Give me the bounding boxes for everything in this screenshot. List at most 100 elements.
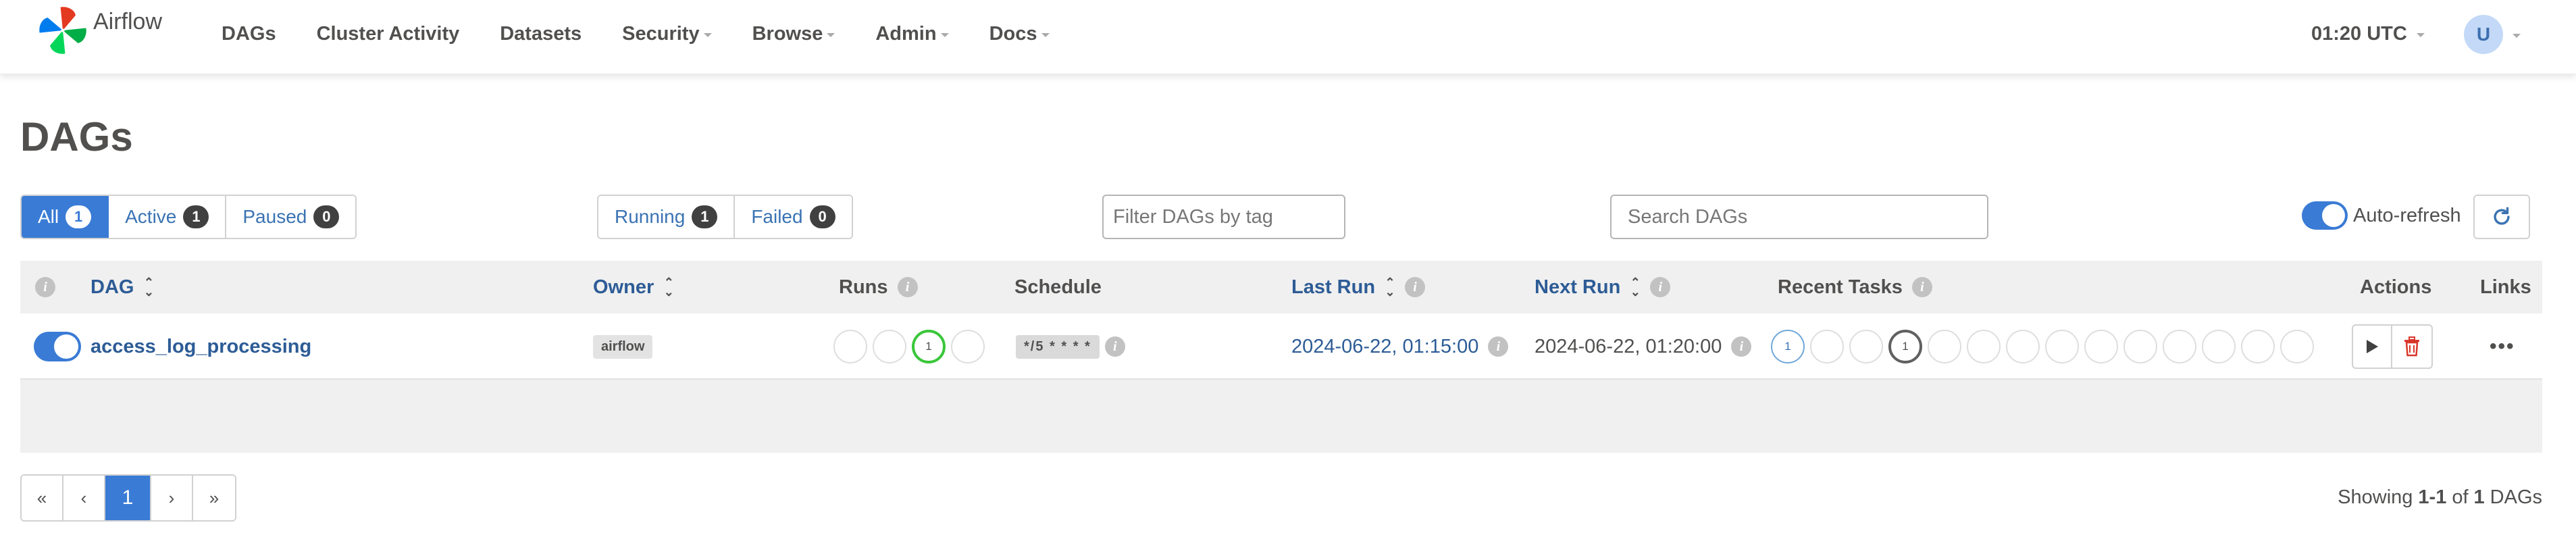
filter-running-label: Running — [615, 206, 686, 227]
page-current-button[interactable]: 1 — [105, 476, 151, 520]
run-state-circle-success[interactable]: 1 — [912, 330, 946, 363]
task-state-circle[interactable] — [2123, 330, 2157, 363]
task-state-circle[interactable] — [2006, 330, 2040, 363]
actions-cell — [2352, 313, 2433, 380]
trigger-dag-button[interactable] — [2353, 326, 2392, 368]
header-info: i — [35, 261, 55, 313]
info-icon[interactable]: i — [1488, 336, 1509, 357]
page-next-button[interactable]: › — [151, 476, 193, 520]
avatar: U — [2464, 15, 2503, 54]
header-next-run-sort[interactable]: Next Run ⌃ ⌄ i — [1535, 261, 1671, 313]
airflow-logo-icon — [39, 7, 86, 54]
task-state-circle-running[interactable]: 1 — [1888, 330, 1922, 363]
sort-icon: ⌃ ⌄ — [143, 276, 154, 299]
task-state-circle[interactable] — [2045, 330, 2079, 363]
header-recent-tasks: Recent Tasks i — [1778, 261, 1932, 313]
task-state-circle[interactable] — [1810, 330, 1844, 363]
nav-browse-dropdown[interactable]: Browse — [752, 23, 835, 45]
header-last-run-sort[interactable]: Last Run ⌃ ⌄ i — [1291, 261, 1426, 313]
nav-datasets[interactable]: Datasets — [500, 23, 582, 45]
header-schedule-label: Schedule — [1014, 276, 1102, 298]
task-state-circle[interactable] — [2202, 330, 2236, 363]
info-icon[interactable]: i — [1405, 277, 1426, 297]
page-first-button[interactable]: « — [22, 476, 63, 520]
nav-security-dropdown[interactable]: Security — [622, 22, 712, 45]
trash-icon — [2404, 336, 2419, 357]
filter-active-button[interactable]: Active 1 — [109, 196, 227, 238]
actions-group — [2352, 324, 2433, 369]
info-icon[interactable]: i — [1104, 336, 1125, 357]
header-dag-sort[interactable]: DAG ⌃ ⌄ — [91, 261, 154, 313]
refresh-icon — [2494, 207, 2510, 225]
timezone-clock-dropdown[interactable]: 01:20 UTC — [2311, 0, 2425, 68]
nav-cluster-activity[interactable]: Cluster Activity — [317, 23, 460, 45]
owner-tag[interactable]: airflow — [593, 334, 653, 359]
play-icon — [2367, 340, 2378, 353]
nav-admin-dropdown[interactable]: Admin — [875, 23, 949, 45]
task-state-circle[interactable] — [2084, 330, 2118, 363]
run-state-circle[interactable] — [951, 330, 985, 363]
sort-icon: ⌃ ⌄ — [1385, 276, 1395, 299]
chevron-down-icon — [940, 33, 949, 37]
filter-all-button[interactable]: All 1 — [22, 196, 109, 238]
run-state-circle[interactable] — [833, 330, 867, 363]
page-title: DAGs — [20, 114, 133, 159]
info-icon[interactable]: i — [1650, 277, 1671, 297]
task-state-circle[interactable] — [1928, 330, 1961, 363]
dag-id-link[interactable]: access_log_processing — [91, 336, 311, 358]
info-icon[interactable]: i — [35, 277, 55, 297]
header-links-label: Links — [2480, 276, 2531, 298]
last-run-cell: 2024-06-22, 01:15:00 i — [1291, 313, 1509, 380]
chevron-down-icon — [827, 33, 835, 37]
links-cell: ••• — [2490, 313, 2515, 380]
header-actions: Actions — [2360, 261, 2431, 313]
chevron-down-icon — [2416, 33, 2425, 37]
filter-paused-label: Paused — [242, 206, 307, 227]
nav-dags[interactable]: DAGs — [222, 23, 276, 45]
run-state-circle[interactable] — [873, 330, 906, 363]
page-prev-button[interactable]: ‹ — [63, 476, 105, 520]
more-links-icon[interactable]: ••• — [2490, 335, 2515, 358]
header-last-run-label: Last Run — [1291, 276, 1376, 298]
runs-cell: 1 — [833, 313, 990, 380]
user-menu-dropdown[interactable]: U — [2464, 15, 2521, 54]
brand-link[interactable]: Airflow — [34, 0, 162, 61]
schedule-tag[interactable]: */5 * * * * — [1016, 334, 1100, 359]
search-input[interactable] — [1610, 195, 1988, 239]
filter-failed-button[interactable]: Failed 0 — [735, 196, 852, 238]
tag-filter-input[interactable] — [1102, 195, 1345, 239]
auto-refresh-toggle[interactable] — [2302, 201, 2348, 230]
showing-range: 1-1 — [2418, 486, 2447, 508]
dag-pause-toggle[interactable] — [34, 332, 81, 361]
header-schedule: Schedule — [1014, 261, 1102, 313]
showing-prefix: Showing — [2338, 486, 2413, 508]
showing-suffix: DAGs — [2490, 486, 2542, 508]
task-state-circle[interactable] — [2163, 330, 2196, 363]
nav-datasets-label: Datasets — [500, 22, 582, 45]
task-state-circle-queued[interactable]: 1 — [1771, 330, 1805, 363]
auto-refresh-label: Auto-refresh — [2353, 204, 2461, 226]
filter-running-button[interactable]: Running 1 — [598, 196, 736, 238]
task-state-circle[interactable] — [1967, 330, 2001, 363]
header-owner-sort[interactable]: Owner ⌃ ⌄ — [593, 261, 674, 313]
last-run-link[interactable]: 2024-06-22, 01:15:00 — [1291, 336, 1478, 358]
page-last-button[interactable]: » — [193, 476, 235, 520]
filter-paused-button[interactable]: Paused 0 — [226, 196, 356, 238]
nav-cluster-activity-label: Cluster Activity — [316, 22, 460, 45]
nav-docs-dropdown[interactable]: Docs — [989, 23, 1050, 45]
info-icon[interactable]: i — [897, 277, 918, 297]
table-row: access_log_processing airflow 1 */5 * * … — [20, 313, 2542, 380]
filter-active-count: 1 — [183, 205, 209, 228]
clock-label: 01:20 UTC — [2311, 22, 2407, 45]
task-state-circle[interactable] — [1849, 330, 1883, 363]
nav-security-label: Security — [622, 22, 700, 45]
task-state-circle[interactable] — [2280, 330, 2314, 363]
info-icon[interactable]: i — [1911, 277, 1932, 297]
chevron-down-icon — [1041, 33, 1050, 37]
refresh-button[interactable] — [2473, 195, 2530, 239]
info-icon[interactable]: i — [1731, 336, 1752, 357]
task-state-circle[interactable] — [2241, 330, 2275, 363]
header-runs-label: Runs — [839, 276, 888, 298]
header-runs: Runs i — [839, 261, 918, 313]
delete-dag-button[interactable] — [2392, 326, 2431, 368]
